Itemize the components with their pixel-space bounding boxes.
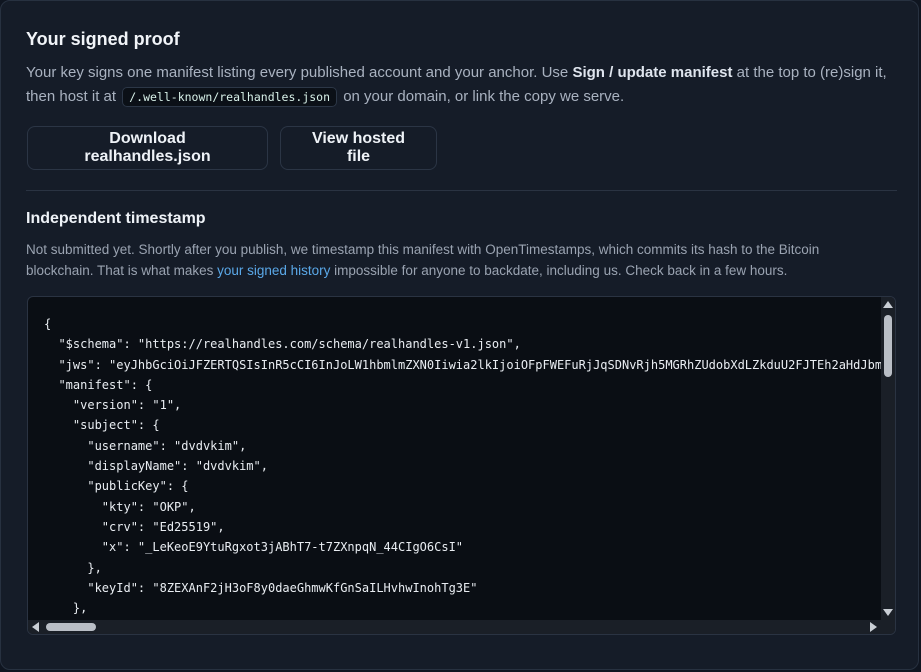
code-line: "publicKey": { — [44, 479, 189, 494]
signed-proof-title: Your signed proof — [26, 29, 180, 49]
download-manifest-button[interactable]: Download realhandles.json — [27, 126, 268, 170]
code-line: "jws": "eyJhbGciOiJFZERTQSIsInR5cCI6InJo… — [44, 357, 881, 372]
code-line: "version": "1", — [44, 398, 182, 413]
code-line: "manifest": { — [44, 377, 153, 392]
scroll-left-arrow-icon[interactable] — [32, 622, 39, 632]
code-line: "subject": { — [44, 418, 160, 433]
sign-update-manifest-ref: Sign / update manifest — [572, 64, 733, 81]
well-known-path-code: /.well-known/realhandles.json — [122, 87, 338, 107]
horizontal-scroll-thumb[interactable] — [46, 623, 96, 631]
code-line: { — [44, 317, 52, 331]
code-line: "x": "_LeKeoE9YtuRgxot3jABhT7-t7ZXnpqN_4… — [44, 540, 464, 555]
code-line: "keyId": "8ZEXAnF2jH3oF8y0daeGhmwKfGnSaI… — [44, 580, 478, 595]
code-line: "displayName": "dvdvkim", — [44, 459, 268, 474]
code-line: "kty": "OKP", — [44, 499, 196, 514]
desc-text-1: Your key signs one manifest listing ever… — [26, 64, 573, 81]
vertical-scroll-thumb[interactable] — [884, 315, 892, 377]
horizontal-scrollbar[interactable] — [28, 620, 881, 634]
manifest-json-code: { "$schema": "https://realhandles.com/sc… — [44, 314, 881, 616]
vertical-scrollbar[interactable] — [881, 297, 895, 620]
independent-timestamp-title: Independent timestamp — [26, 210, 206, 227]
timestamp-desc-text-2: impossible for anyone to backdate, inclu… — [330, 263, 788, 278]
code-line: "username": "dvdvkim", — [44, 438, 247, 453]
code-line: "$schema": "https://realhandles.com/sche… — [44, 337, 521, 352]
signed-proof-description: Your key signs one manifest listing ever… — [26, 61, 896, 109]
manifest-json-viewer[interactable]: { "$schema": "https://realhandles.com/sc… — [27, 296, 896, 635]
scroll-right-arrow-icon[interactable] — [870, 622, 877, 632]
section-divider — [26, 190, 897, 191]
code-line: "crv": "Ed25519", — [44, 519, 225, 534]
code-line: }, — [44, 601, 88, 616]
code-line: }, — [44, 560, 102, 575]
view-hosted-file-button[interactable]: View hosted file — [280, 126, 437, 170]
timestamp-description: Not submitted yet. Shortly after you pub… — [26, 239, 886, 281]
signed-history-link[interactable]: your signed history — [217, 263, 330, 278]
signed-proof-card: Your signed proof Your key signs one man… — [0, 0, 919, 670]
scroll-up-arrow-icon[interactable] — [883, 301, 893, 308]
desc-text-3: on your domain, or link the copy we serv… — [339, 88, 625, 105]
scroll-down-arrow-icon[interactable] — [883, 609, 893, 616]
scrollbar-corner — [881, 620, 895, 634]
